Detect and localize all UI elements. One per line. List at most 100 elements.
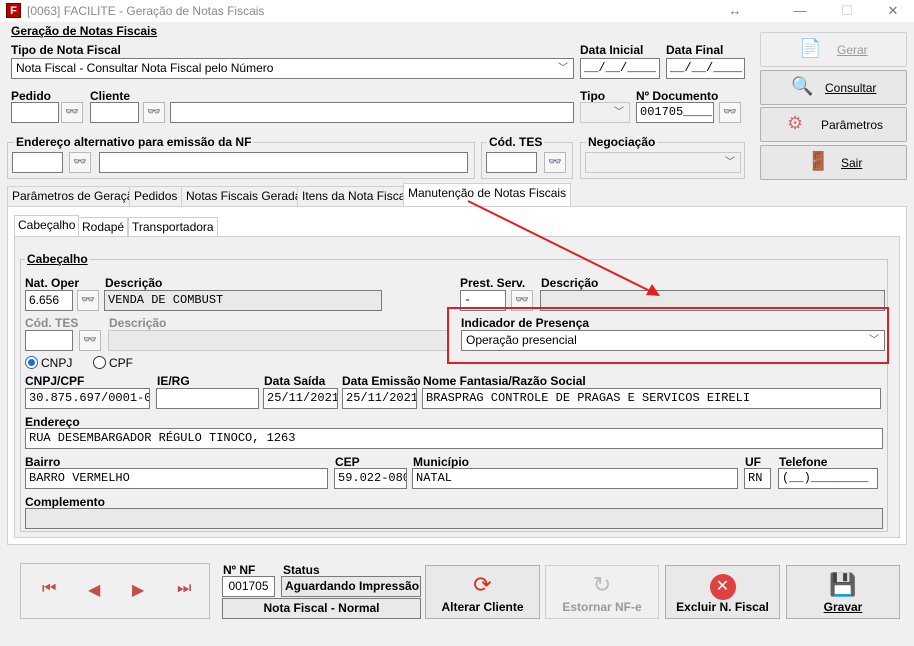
binoculars-icon[interactable]: 👓: [79, 330, 101, 351]
maximize-button[interactable]: ☐: [838, 2, 856, 20]
gears-icon: ⚙: [787, 113, 804, 133]
data-final-label: Data Final: [666, 43, 724, 57]
consultar-button[interactable]: 🔍 Consultar: [760, 70, 907, 105]
cnpj-radio[interactable]: [25, 356, 38, 369]
uf-field[interactable]: RN: [744, 468, 771, 489]
cod-tes-cab-field[interactable]: [25, 330, 73, 351]
resize-icon[interactable]: ↔: [726, 2, 744, 20]
cliente-code-field[interactable]: [90, 102, 139, 123]
binoculars-icon[interactable]: 👓: [61, 102, 83, 123]
data-saida-field[interactable]: 25/11/2021: [263, 388, 338, 409]
tipo-nota-select[interactable]: Nota Fiscal - Consultar Nota Fiscal pelo…: [11, 58, 574, 79]
nome-field[interactable]: BRASPRAG CONTROLE DE PRAGAS E SERVICOS E…: [422, 388, 881, 409]
tipo-nota-label: Tipo de Nota Fiscal: [11, 43, 121, 57]
binoculars-icon[interactable]: 👓: [77, 290, 99, 311]
radio-dot: [28, 359, 35, 366]
parametros-label: Parâmetros: [821, 118, 884, 132]
negociacao-select[interactable]: ﹀: [585, 152, 741, 173]
tab-pedidos[interactable]: Pedidos: [129, 186, 183, 206]
cod-tes-cab-label: Cód. TES: [25, 316, 79, 330]
sair-button[interactable]: 🚪 Sair: [760, 145, 907, 180]
binoculars-icon[interactable]: 👓: [69, 152, 91, 173]
alterar-cliente-label: Alterar Cliente: [441, 600, 524, 614]
complemento-field[interactable]: [25, 508, 883, 529]
data-inicial-field[interactable]: __/__/____: [580, 58, 660, 79]
nat-oper-field[interactable]: 6.656: [25, 290, 73, 311]
subtab-transportadora[interactable]: Transportadora: [128, 217, 218, 237]
endereco-field[interactable]: RUA DESEMBARGADOR RÉGULO TINOCO, 1263: [25, 428, 883, 449]
alterar-cliente-button[interactable]: ⟳ Alterar Cliente: [425, 565, 540, 619]
pedido-field[interactable]: [11, 102, 59, 123]
exit-door-icon: 🚪: [807, 151, 830, 171]
tipo-select[interactable]: ﹀: [580, 102, 630, 123]
endereco-alt-label: Endereço alternativo para emissão da NF: [14, 135, 254, 149]
previous-record-icon[interactable]: ◀: [88, 580, 100, 600]
cpf-radio[interactable]: [93, 356, 106, 369]
binoculars-icon[interactable]: 👓: [719, 102, 741, 123]
cpf-radio-label: CPF: [109, 356, 133, 370]
negociacao-label: Negociação: [586, 135, 658, 149]
data-saida-label: Data Saída: [264, 374, 326, 388]
endereco-alt-desc-field[interactable]: [99, 152, 468, 173]
undo-icon: ↻: [592, 572, 612, 597]
descricao3-label: Descrição: [109, 316, 167, 330]
document-icon: 📄: [799, 38, 822, 58]
parametros-button[interactable]: ⚙ Parâmetros: [760, 107, 907, 142]
gerar-label: Gerar: [837, 43, 868, 57]
tipo-nf-field: Nota Fiscal - Normal: [222, 598, 421, 619]
refresh-icon: ⟳: [473, 572, 492, 597]
municipio-field[interactable]: NATAL: [412, 468, 738, 489]
cep-label: CEP: [335, 455, 360, 469]
endereco-label: Endereço: [25, 415, 80, 429]
data-final-field[interactable]: __/__/____: [666, 58, 745, 79]
minimize-button[interactable]: —: [791, 2, 809, 20]
floppy-disk-icon: 💾: [829, 572, 857, 597]
last-record-icon[interactable]: ⏭: [177, 580, 191, 598]
nat-oper-label: Nat. Oper: [25, 276, 80, 290]
binoculars-icon[interactable]: 👓: [544, 152, 566, 173]
highlight-box: [447, 307, 889, 364]
tab-parametros-geracao[interactable]: Parâmetros de Geração: [7, 186, 146, 206]
cod-tes-field[interactable]: [486, 152, 537, 173]
descricao-field: VENDA DE COMBUST: [104, 290, 382, 311]
window-title: [0063] FACILITE - Geração de Notas Fisca…: [27, 4, 265, 18]
chevron-down-icon: ﹀: [614, 107, 624, 118]
cliente-label: Cliente: [90, 89, 131, 103]
tab-itens-nota-fiscal[interactable]: Itens da Nota Fiscal: [297, 186, 414, 206]
data-inicial-label: Data Inicial: [580, 43, 644, 57]
subtab-rodape[interactable]: Rodapé: [78, 217, 129, 237]
endereco-alt-code-field[interactable]: [12, 152, 63, 173]
cep-field[interactable]: 59.022-080: [334, 468, 407, 489]
app-logo-icon: F: [6, 3, 21, 18]
binoculars-icon[interactable]: 👓: [143, 102, 165, 123]
pedido-label: Pedido: [11, 89, 52, 103]
close-window-button[interactable]: ✕: [884, 2, 902, 20]
data-emissao-label: Data Emissão: [342, 374, 421, 388]
gravar-button[interactable]: 💾 Gravar: [786, 565, 900, 619]
telefone-field[interactable]: (__)________: [778, 468, 878, 489]
uf-label: UF: [745, 455, 761, 469]
delete-icon: ✕: [666, 571, 779, 600]
estornar-nfe-button[interactable]: ↻ Estornar NF-e: [545, 565, 659, 619]
municipio-label: Município: [413, 455, 469, 469]
status-field: Aguardando Impressão: [281, 576, 421, 597]
complemento-label: Complemento: [25, 495, 106, 509]
chevron-down-icon: ﹀: [558, 63, 568, 74]
first-record-icon[interactable]: ⏮: [42, 580, 56, 598]
excluir-nf-button[interactable]: ✕ Excluir N. Fiscal: [665, 565, 780, 619]
ie-rg-field[interactable]: [156, 388, 259, 409]
data-emissao-field[interactable]: 25/11/2021: [342, 388, 417, 409]
bairro-label: Bairro: [25, 455, 61, 469]
cnpj-cpf-field[interactable]: 30.875.697/0001-05: [25, 388, 150, 409]
cliente-name-field[interactable]: [170, 102, 574, 123]
bairro-field[interactable]: BARRO VERMELHO: [25, 468, 328, 489]
section-title: Geração de Notas Fiscais: [11, 24, 158, 38]
magnifier-icon: 🔍: [791, 76, 814, 96]
next-record-icon[interactable]: ▶: [132, 580, 144, 600]
cod-tes-label: Cód. TES: [487, 135, 545, 149]
subtab-cabecalho[interactable]: Cabeçalho: [14, 215, 80, 237]
excluir-nf-label: Excluir N. Fiscal: [676, 600, 769, 614]
gerar-button[interactable]: 📄 Gerar: [760, 32, 907, 67]
tab-notas-fiscais-geradas[interactable]: Notas Fiscais Geradas: [181, 186, 313, 206]
documento-field[interactable]: 001705____: [636, 102, 714, 123]
